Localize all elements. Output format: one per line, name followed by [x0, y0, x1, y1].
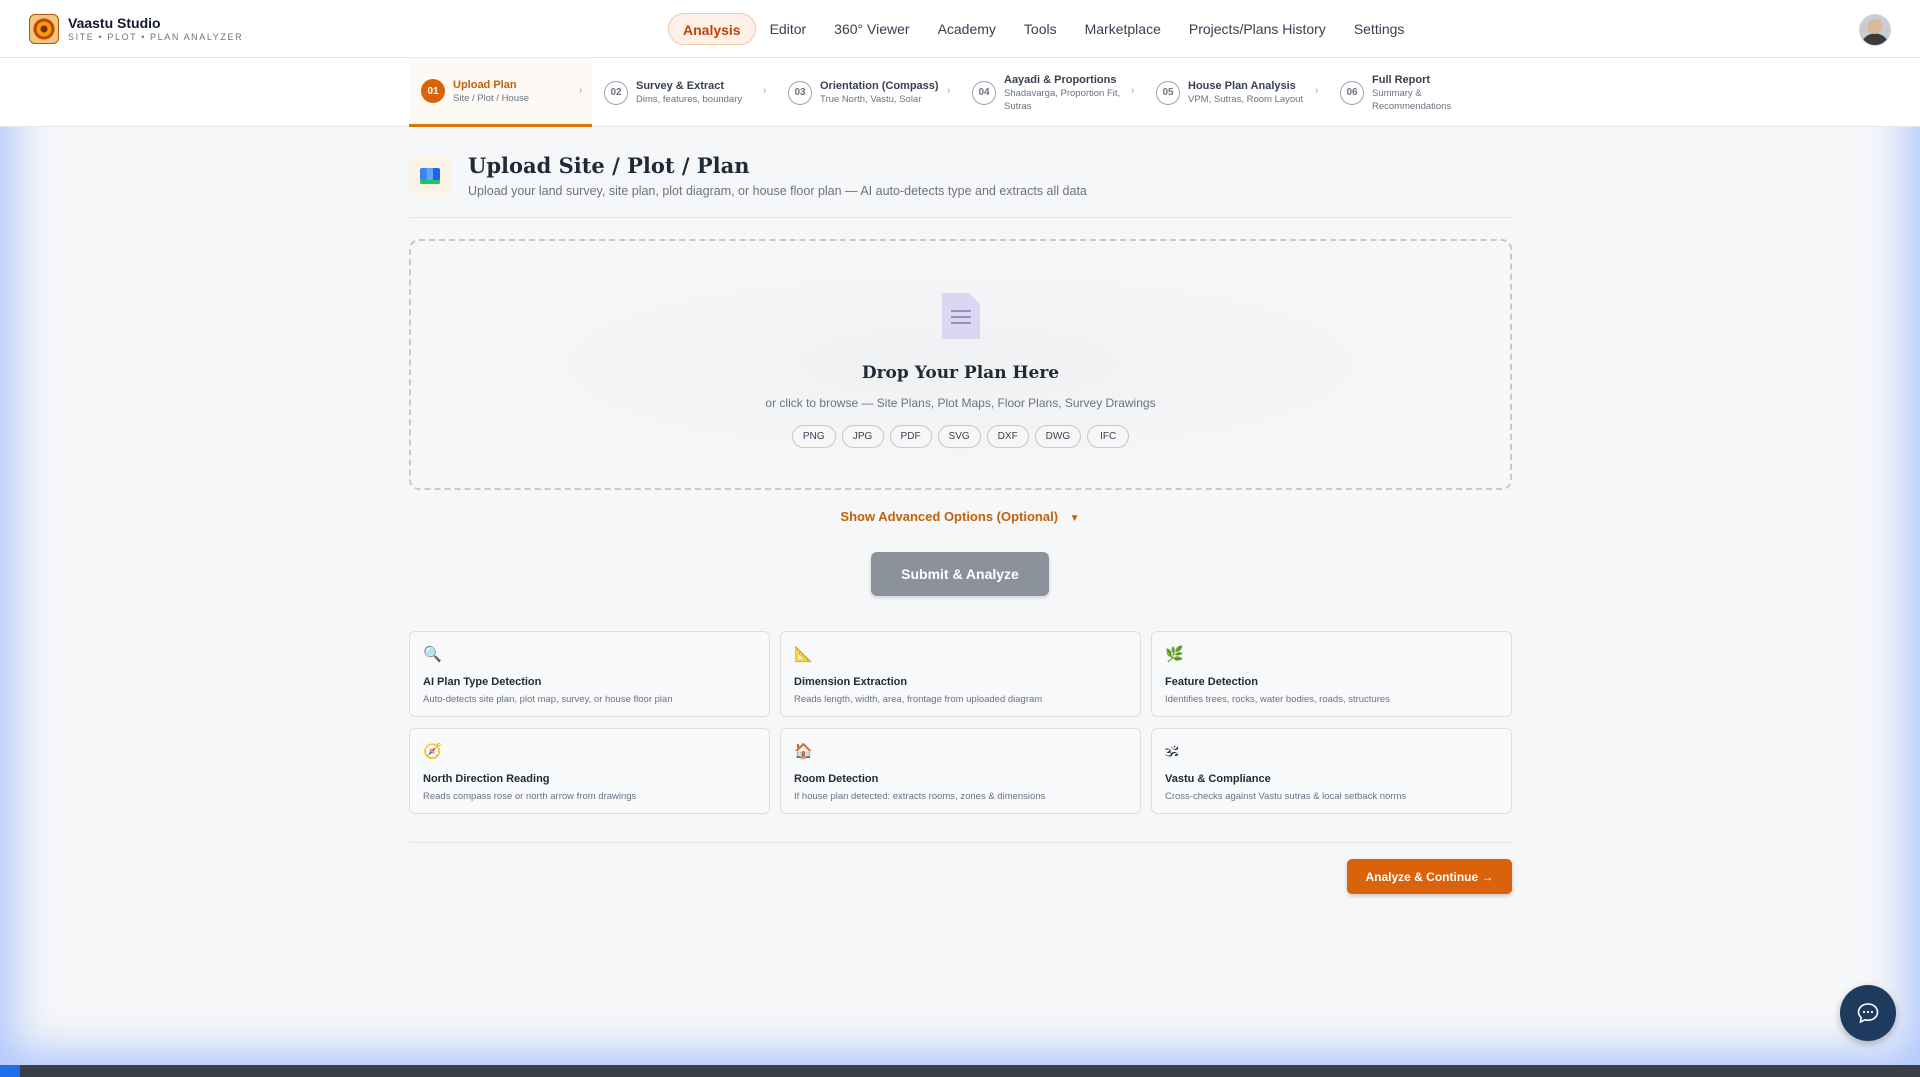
nav-settings[interactable]: Settings [1340, 13, 1419, 45]
step-subtitle: True North, Vastu, Solar [820, 94, 922, 105]
step-subtitle: Site / Plot / House [453, 92, 530, 104]
nav-editor[interactable]: Editor [756, 13, 821, 45]
vaastu-logo-icon [29, 14, 59, 44]
nav-360-viewer[interactable]: 360° Viewer [820, 13, 923, 45]
dropzone-subtitle: or click to browse — Site Plans, Plot Ma… [765, 396, 1156, 410]
format-badge-jpg: JPG [841, 425, 884, 448]
supported-formats: PNG JPG PDF SVG DXF DWG IFC [411, 425, 1510, 448]
step-subtitle: VPM, Sutras, Room Layout [1188, 94, 1304, 105]
submit-analyze-button[interactable]: Submit & Analyze [871, 552, 1049, 596]
step-subtitle-line2: Sutras [1004, 100, 1032, 112]
feature-title: Dimension Extraction [794, 676, 908, 688]
plant-icon: 🌿 [1165, 646, 1184, 663]
step-subtitle: Dims, features, boundary [636, 94, 743, 105]
dropzone-title: Drop Your Plan Here [861, 363, 1060, 383]
om-icon: 🕉 [1165, 743, 1179, 760]
main-nav: Analysis Editor 360° Viewer Academy Tool… [668, 12, 1418, 46]
step-full-report[interactable]: 06 Full Report Summary & Recommendations [1340, 58, 1512, 127]
top-header: Vaastu Studio SITE • PLOT • PLAN ANALYZE… [0, 0, 1920, 58]
format-badge-ifc: IFC [1087, 425, 1130, 448]
feature-description: Auto-detects site plan, plot map, survey… [423, 694, 673, 705]
nav-academy[interactable]: Academy [924, 13, 1010, 45]
step-number: 02 [604, 80, 628, 105]
format-badge-png: PNG [791, 425, 836, 448]
feature-title: North Direction Reading [423, 773, 550, 785]
chevron-right-icon: › [579, 85, 583, 96]
user-avatar[interactable] [1859, 14, 1891, 46]
feature-title: Room Detection [794, 773, 879, 785]
format-badge-pdf: PDF [889, 425, 932, 448]
step-title: Orientation (Compass) [820, 80, 939, 92]
step-number: 06 [1340, 80, 1364, 105]
step-survey-extract[interactable]: 02 Survey & Extract Dims, features, boun… [604, 58, 784, 127]
step-subtitle: Shadavarga, Proportion Fit, [1004, 87, 1121, 99]
chat-button[interactable] [1840, 985, 1896, 1041]
step-subtitle-line2: Recommendations [1372, 100, 1452, 112]
nav-analysis[interactable]: Analysis [668, 13, 756, 45]
feature-description: Reads length, width, area, frontage from… [794, 694, 1043, 705]
step-number: 03 [788, 80, 812, 105]
feature-card-room-detection: 🏠 Room Detection If house plan detected:… [780, 728, 1141, 814]
feature-title: AI Plan Type Detection [423, 676, 542, 688]
magnifier-icon: 🔍 [423, 646, 442, 663]
step-number: 04 [972, 80, 996, 105]
step-title: House Plan Analysis [1188, 80, 1296, 92]
feature-title: Vastu & Compliance [1165, 773, 1271, 785]
compass-icon: 🧭 [423, 743, 442, 760]
feature-card-vastu-compliance: 🕉 Vastu & Compliance Cross-checks agains… [1151, 728, 1512, 814]
feature-description: Reads compass rose or north arrow from d… [423, 791, 637, 802]
map-icon [409, 155, 451, 197]
step-house-plan-analysis[interactable]: 05 House Plan Analysis VPM, Sutras, Room… [1156, 58, 1336, 127]
feature-card-dimension: 📐 Dimension Extraction Reads length, wid… [780, 631, 1141, 717]
divider [409, 842, 1512, 843]
divider [409, 217, 1512, 218]
analyze-continue-button[interactable]: Analyze & Continue → [1347, 859, 1512, 894]
feature-card-north-direction: 🧭 North Direction Reading Reads compass … [409, 728, 770, 814]
document-icon [942, 293, 980, 339]
step-aayadi-proportions[interactable]: 04 Aayadi & Proportions Shadavarga, Prop… [972, 58, 1152, 127]
brand-title: Vaastu Studio [68, 15, 161, 31]
step-orientation[interactable]: 03 Orientation (Compass) True North, Vas… [788, 58, 968, 127]
chevron-right-icon: › [1131, 85, 1135, 96]
brand-subtitle: SITE • PLOT • PLAN ANALYZER [68, 32, 244, 42]
taskbar [0, 1065, 1920, 1077]
step-title: Survey & Extract [636, 80, 725, 92]
page-subtitle: Upload your land survey, site plan, plot… [468, 184, 1087, 198]
chevron-down-icon: ▼ [1069, 513, 1080, 524]
format-badge-dwg: DWG [1034, 425, 1082, 448]
chevron-right-icon: › [763, 85, 767, 96]
feature-card-plan-type: 🔍 AI Plan Type Detection Auto-detects si… [409, 631, 770, 717]
feature-description: If house plan detected: extracts rooms, … [794, 791, 1046, 802]
step-title: Full Report [1372, 73, 1431, 86]
nav-projects-history[interactable]: Projects/Plans History [1175, 13, 1340, 45]
feature-description: Cross-checks against Vastu sutras & loca… [1165, 791, 1407, 802]
advanced-options-label: Show Advanced Options (Optional) [840, 509, 1059, 524]
step-subtitle: Summary & [1372, 87, 1422, 99]
feature-description: Identifies trees, rocks, water bodies, r… [1165, 694, 1390, 705]
page-title: Upload Site / Plot / Plan [468, 153, 750, 178]
step-title: Upload Plan [453, 78, 517, 91]
step-upload-plan[interactable]: 01 Upload Plan Site / Plot / House › [409, 58, 592, 127]
feature-title: Feature Detection [1165, 676, 1258, 688]
chevron-right-icon: › [1315, 85, 1319, 96]
triangle-ruler-icon: 📐 [794, 646, 813, 663]
chevron-right-icon: › [947, 85, 951, 96]
app-window: Vaastu Studio SITE • PLOT • PLAN ANALYZE… [0, 0, 1920, 1065]
nav-marketplace[interactable]: Marketplace [1071, 13, 1175, 45]
format-badge-dxf: DXF [986, 425, 1029, 448]
nav-tools[interactable]: Tools [1010, 13, 1071, 45]
file-dropzone[interactable]: Drop Your Plan Here or click to browse —… [409, 239, 1512, 490]
step-number: 05 [1156, 80, 1180, 105]
step-number: 01 [421, 79, 445, 103]
step-title: Aayadi & Proportions [1004, 73, 1117, 86]
format-badge-svg: SVG [937, 425, 981, 448]
brand[interactable]: Vaastu Studio SITE • PLOT • PLAN ANALYZE… [29, 14, 243, 44]
chat-bubble-icon [1857, 1003, 1879, 1024]
feature-card-feature-detection: 🌿 Feature Detection Identifies trees, ro… [1151, 631, 1512, 717]
advanced-options-toggle[interactable]: Show Advanced Options (Optional) ▼ [0, 509, 1920, 524]
house-icon: 🏠 [794, 743, 813, 760]
workflow-stepper: 01 Upload Plan Site / Plot / House › 02 … [0, 58, 1920, 127]
